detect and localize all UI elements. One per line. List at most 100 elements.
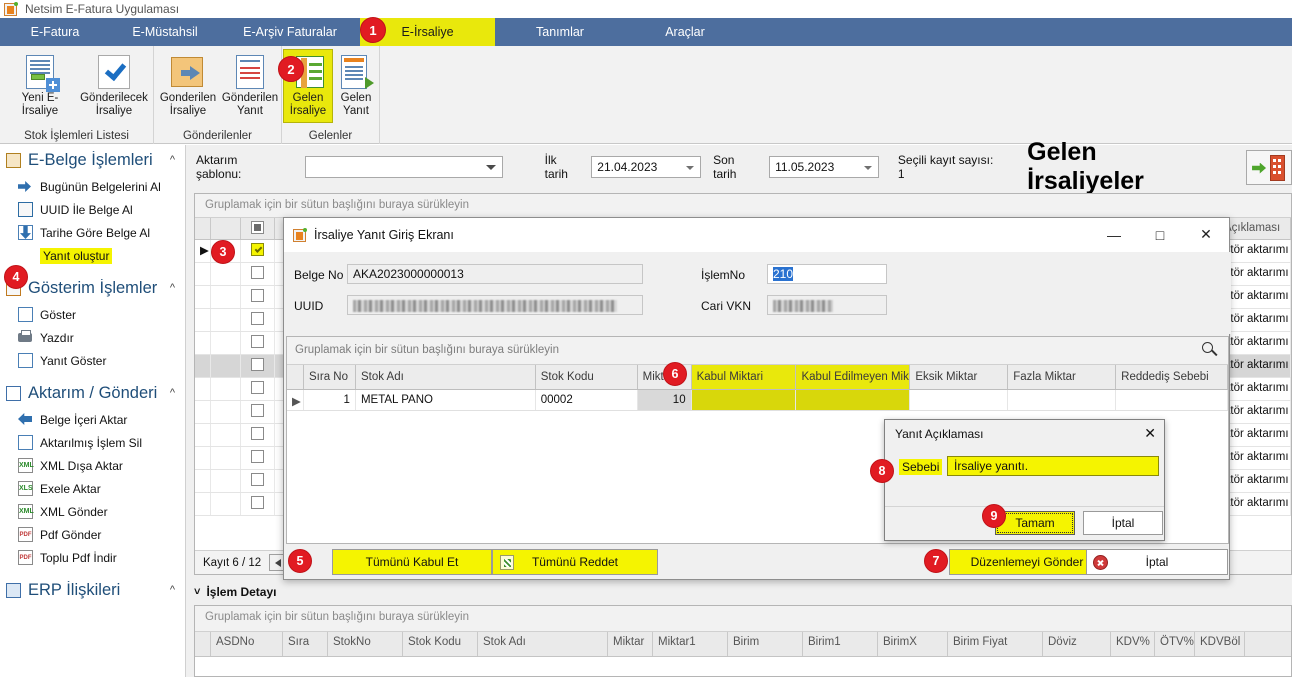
- minimize-icon[interactable]: —: [1091, 218, 1137, 251]
- detail-col-otv[interactable]: ÖTV%: [1155, 632, 1195, 656]
- search-icon[interactable]: [1200, 341, 1218, 359]
- close-icon[interactable]: ✕: [1144, 425, 1156, 442]
- sidebar-item-yanit-olustur[interactable]: Yanıt oluştur: [0, 244, 185, 267]
- row-checkbox[interactable]: [251, 427, 264, 440]
- reject-all-button[interactable]: Tümünü Reddet: [492, 549, 658, 575]
- accept-all-button[interactable]: Tümünü Kabul Et: [332, 549, 492, 575]
- sidebar-item-belge-iceri-aktar[interactable]: Belge İçeri Aktar: [0, 408, 185, 431]
- table-row[interactable]: ▶ 1 METAL PANO 00002 10: [287, 390, 1229, 411]
- cell-eksik-miktar[interactable]: [910, 390, 1009, 410]
- last-date-picker[interactable]: 11.05.2023: [769, 156, 879, 178]
- sidebar-item-xml-disa-aktar[interactable]: XML XML Dışa Aktar: [0, 454, 185, 477]
- first-date-picker[interactable]: 21.04.2023: [591, 156, 702, 178]
- menu-item-tanimlar[interactable]: Tanımlar: [495, 18, 625, 46]
- ribbon-button-gonderilen-irsaliye[interactable]: Gonderilen İrsaliye: [156, 50, 220, 122]
- menu-item-e-fatura[interactable]: E-Fatura: [0, 18, 110, 46]
- detail-col-kdvbol[interactable]: KDVBöl: [1195, 632, 1245, 656]
- ok-button[interactable]: Tamam: [995, 511, 1075, 535]
- sidebar-item-aktarilmis-islem-sil[interactable]: Aktarılmış İşlem Sil: [0, 431, 185, 454]
- ribbon-button-yeni-e-irsaliye[interactable]: Yeni E-İrsaliye: [4, 50, 76, 122]
- detail-col-birim1[interactable]: Birim1: [803, 632, 878, 656]
- chevron-up-icon[interactable]: ^: [170, 282, 175, 294]
- col-kabul-miktari[interactable]: Kabul Miktari: [691, 365, 797, 389]
- exit-button[interactable]: [1246, 149, 1292, 185]
- send-button[interactable]: Düzenlemeyi Gönder: [949, 549, 1105, 575]
- sidebar-item-label: Yazdır: [40, 330, 74, 345]
- grid-group-hint[interactable]: Gruplamak için bir sütun başlığını buray…: [195, 194, 1291, 218]
- detail-col-kdv[interactable]: KDV%: [1111, 632, 1155, 656]
- col-kabul-edilmeyen-miktar[interactable]: Kabul Edilmeyen Miktar: [796, 365, 911, 389]
- detail-col-stok-adi[interactable]: Stok Adı: [478, 632, 608, 656]
- detail-col-sira[interactable]: Sıra: [283, 632, 328, 656]
- row-checkbox[interactable]: [251, 266, 264, 279]
- step-badge-6: 6: [663, 362, 687, 386]
- select-all-checkbox-cell[interactable]: [241, 218, 275, 239]
- detail-panel-header[interactable]: ˅ İşlem Detayı: [186, 581, 1292, 603]
- cell-fazla-miktar[interactable]: [1008, 390, 1117, 410]
- sidebar-item-yanit-goster[interactable]: Yanıt Göster: [0, 349, 185, 372]
- col-reddedis-sebebi[interactable]: Reddediş Sebebi: [1116, 365, 1229, 389]
- sidebar-item-xml-gonder[interactable]: XML XML Gönder: [0, 500, 185, 523]
- detail-group-hint[interactable]: Gruplamak için bir sütun başlığını buray…: [195, 606, 1291, 632]
- chevron-up-icon[interactable]: ^: [170, 584, 175, 596]
- close-icon[interactable]: ✕: [1183, 218, 1229, 251]
- detail-col-stok-kodu[interactable]: Stok Kodu: [403, 632, 478, 656]
- detail-col-miktar1[interactable]: Miktar1: [653, 632, 728, 656]
- sidebar-item-tarihe-gore-belge-al[interactable]: Tarihe Göre Belge Al: [0, 221, 185, 244]
- sidebar-item-bugunun-belgelerini-al[interactable]: Bugünün Belgelerini Al: [0, 175, 185, 198]
- detail-col-miktar[interactable]: Miktar: [608, 632, 653, 656]
- chevron-up-icon[interactable]: ^: [170, 387, 175, 399]
- row-checkbox[interactable]: [251, 404, 264, 417]
- sidebar-section-e-belge-islemleri[interactable]: E-Belge İşlemleri ^: [0, 145, 185, 175]
- sidebar-section-erp-iliskileri[interactable]: ERP İlişkileri ^: [0, 575, 185, 605]
- menu-item-e-arsiv-faturalar[interactable]: E-Arşiv Faturalar: [220, 18, 360, 46]
- col-fazla-miktar[interactable]: Fazla Miktar: [1008, 365, 1117, 389]
- sidebar-item-goster[interactable]: Göster: [0, 303, 185, 326]
- row-checkbox[interactable]: [251, 496, 264, 509]
- detail-col-doviz[interactable]: Döviz: [1043, 632, 1111, 656]
- row-checkbox[interactable]: [251, 450, 264, 463]
- maximize-icon[interactable]: □: [1137, 218, 1183, 251]
- cancel-button[interactable]: İptal: [1086, 549, 1228, 575]
- detail-col-asdno[interactable]: ASDNo: [211, 632, 283, 656]
- detail-col-stokno[interactable]: StokNo: [328, 632, 403, 656]
- row-checkbox[interactable]: [251, 358, 264, 371]
- row-checkbox[interactable]: [251, 243, 264, 256]
- detail-col-birim-fiyat[interactable]: Birim Fiyat: [948, 632, 1043, 656]
- ribbon-button-gonderilen-yanit[interactable]: Gönderilen Yanıt: [220, 50, 280, 122]
- row-checkbox[interactable]: [251, 473, 264, 486]
- col-stok-kodu[interactable]: Stok Kodu: [536, 365, 638, 389]
- select-all-checkbox[interactable]: [251, 221, 264, 234]
- template-combobox[interactable]: [304, 156, 503, 178]
- sidebar-item-pdf-gonder[interactable]: PDF Pdf Gönder: [0, 523, 185, 546]
- chevron-down-icon: [863, 166, 872, 170]
- chevron-down-icon[interactable]: ˅: [194, 586, 200, 598]
- sidebar-item-label: Toplu Pdf İndir: [40, 550, 117, 565]
- detail-col-birimx[interactable]: BirimX: [878, 632, 948, 656]
- menu-item-araclar[interactable]: Araçlar: [625, 18, 745, 46]
- cell-reddedis-sebebi[interactable]: [1116, 390, 1229, 410]
- cell-kabul-edilmeyen-miktar[interactable]: [796, 390, 911, 410]
- sub-cancel-button[interactable]: İptal: [1083, 511, 1163, 535]
- menu-item-e-mustahsil[interactable]: E-Müstahsil: [110, 18, 220, 46]
- cell-kabul-miktari[interactable]: [691, 390, 797, 410]
- reason-field[interactable]: İrsaliye yanıtı.: [947, 456, 1159, 476]
- sidebar-item-toplu-pdf-indir[interactable]: PDF Toplu Pdf İndir: [0, 546, 185, 569]
- ribbon-button-gonderilecek-irsaliye[interactable]: Gönderilecek İrsaliye: [78, 50, 150, 122]
- dialog-group-hint-bar[interactable]: Gruplamak için bir sütun başlığını buray…: [287, 337, 1228, 365]
- row-checkbox[interactable]: [251, 381, 264, 394]
- sidebar-section-aktarim-gonderi[interactable]: Aktarım / Gönderi ^: [0, 378, 185, 408]
- chevron-up-icon[interactable]: ^: [170, 154, 175, 166]
- col-sira-no[interactable]: Sıra No: [304, 365, 356, 389]
- sidebar-item-yazdir[interactable]: Yazdır: [0, 326, 185, 349]
- row-checkbox[interactable]: [251, 335, 264, 348]
- row-checkbox[interactable]: [251, 312, 264, 325]
- row-checkbox[interactable]: [251, 289, 264, 302]
- col-eksik-miktar[interactable]: Eksik Miktar: [910, 365, 1009, 389]
- sidebar-item-uuid-ile-belge-al[interactable]: UUID İle Belge Al: [0, 198, 185, 221]
- sidebar-item-exele-aktar[interactable]: XLS Exele Aktar: [0, 477, 185, 500]
- islemno-field[interactable]: 210: [767, 264, 887, 284]
- detail-col-birim[interactable]: Birim: [728, 632, 803, 656]
- col-stok-adi[interactable]: Stok Adı: [356, 365, 536, 389]
- ribbon-button-gelen-yanit[interactable]: Gelen Yanıt: [332, 50, 380, 122]
